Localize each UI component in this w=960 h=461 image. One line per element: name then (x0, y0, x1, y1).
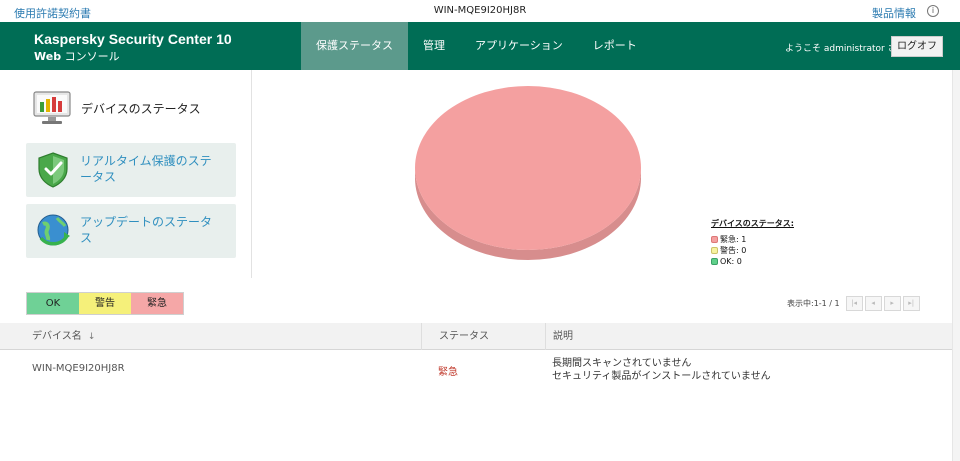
tab-reports[interactable]: レポート (578, 22, 652, 70)
legend-swatch (711, 247, 718, 254)
column-label: デバイス名 (32, 331, 82, 342)
info-icon[interactable]: i (927, 5, 939, 17)
legend-title: デバイスのステータス: (711, 219, 794, 228)
brand: Kaspersky Security Center 10 Web コンソール (34, 31, 232, 64)
last-page-button[interactable]: ▸| (902, 296, 920, 311)
product-info-link[interactable]: 製品情報 (872, 5, 916, 21)
column-device-name[interactable]: デバイス名 ↓ (32, 323, 95, 350)
legend-item-warning: 警告: 0 (711, 245, 794, 256)
legend-swatch (711, 258, 718, 265)
legend-label: 警告: 0 (720, 246, 747, 255)
pager: 表示中:1-1 / 1 |◂ ◂ ▸ ▸| (787, 296, 920, 311)
legend-swatch (711, 236, 718, 243)
sidebar-item-label: アップデートのステータス (80, 215, 213, 245)
top-strip: 使用許諾契約書 WIN-MQE9I20HJ8R 製品情報 i (0, 0, 960, 22)
main-nav: 保護ステータス 管理 アプリケーション レポート (301, 22, 652, 70)
table-row[interactable]: WIN-MQE9I20HJ8R 緊急 長期間スキャンされていません セキュリティ… (0, 351, 952, 389)
tab-protection-status[interactable]: 保護ステータス (301, 22, 408, 70)
host-name: WIN-MQE9I20HJ8R (433, 5, 527, 16)
first-page-button[interactable]: |◂ (845, 296, 863, 311)
sidebar-item-label: リアルタイム保護のステータス (80, 154, 212, 184)
filter-critical-button[interactable]: 緊急 (131, 293, 183, 314)
description-line: セキュリティ製品がインストールされていません (552, 371, 771, 382)
sort-icon[interactable]: ↓ (88, 332, 96, 342)
chart-legend: デバイスのステータス: 緊急: 1 警告: 0 OK: 0 (711, 218, 794, 267)
filter-ok-button[interactable]: OK (27, 293, 79, 314)
globe-update-icon (37, 214, 70, 246)
description-cell: 長期間スキャンされていません セキュリティ製品がインストールされていません (552, 357, 771, 383)
welcome-text: ようこそ administrator さん (785, 44, 906, 54)
sidebar-item-update-status[interactable]: アップデートのステータス (26, 204, 236, 258)
tab-applications[interactable]: アプリケーション (460, 22, 578, 70)
legend-label: OK: 0 (720, 257, 742, 266)
column-description[interactable]: 説明 (545, 323, 952, 350)
legend-item-critical: 緊急: 1 (711, 234, 794, 245)
device-name-cell: WIN-MQE9I20HJ8R (32, 363, 125, 374)
brand-title: Kaspersky Security Center 10 (34, 31, 232, 47)
legend-label: 緊急: 1 (720, 235, 747, 244)
pie-slice-0[interactable] (415, 86, 641, 250)
logoff-button[interactable]: ログオフ (891, 36, 943, 57)
device-status-label: デバイスのステータス (81, 102, 201, 116)
table-header: デバイス名 ↓ ステータス 説明 (0, 323, 952, 350)
next-page-button[interactable]: ▸ (883, 296, 901, 311)
filter-warning-button[interactable]: 警告 (79, 293, 131, 314)
vertical-scrollbar[interactable] (952, 70, 960, 461)
brand-console: コンソール (61, 50, 120, 63)
status-filter-group: OK 警告 緊急 (26, 292, 184, 315)
sidebar-item-realtime-protection[interactable]: リアルタイム保護のステータス (26, 143, 236, 197)
panel-divider (251, 70, 252, 278)
tab-administration[interactable]: 管理 (408, 22, 460, 70)
column-status[interactable]: ステータス (421, 323, 545, 350)
prev-page-button[interactable]: ◂ (864, 296, 882, 311)
legend-item-ok: OK: 0 (711, 256, 794, 267)
description-line: 長期間スキャンされていません (552, 358, 692, 369)
pager-text: 表示中:1-1 / 1 (787, 299, 840, 308)
shield-check-icon (38, 152, 68, 188)
app-header: Kaspersky Security Center 10 Web コンソール 保… (0, 22, 960, 70)
monitor-chart-icon (33, 91, 71, 124)
brand-web: Web (34, 50, 62, 63)
brand-subtitle: Web コンソール (34, 48, 232, 64)
status-pie-chart (415, 86, 641, 260)
status-cell: 緊急 (438, 367, 458, 378)
